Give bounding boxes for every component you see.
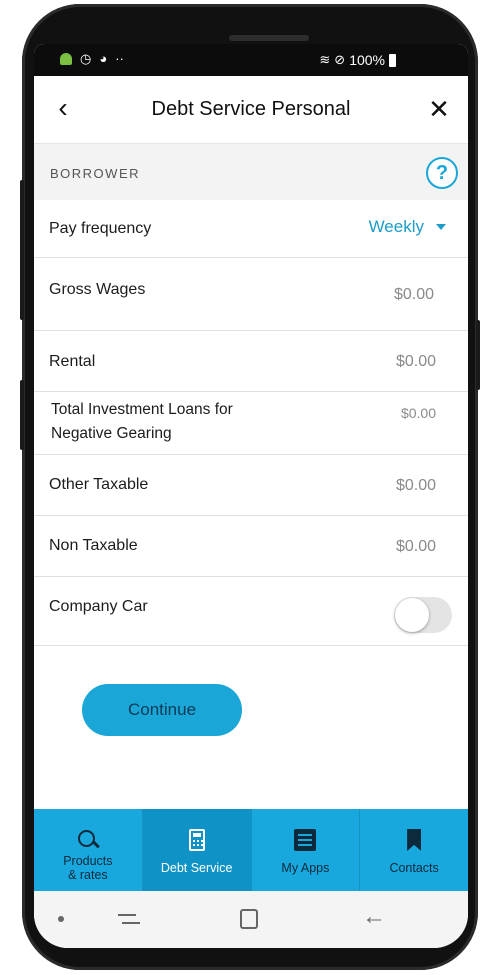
home-icon[interactable] (240, 909, 258, 929)
recent-apps-icon[interactable] (118, 911, 140, 927)
navigation-bar: ‹ Debt Service Personal ✕ (34, 76, 468, 144)
close-button[interactable]: ✕ (424, 94, 454, 124)
search-icon (77, 829, 99, 851)
tab-products-rates-label-line2: & rates (68, 868, 108, 882)
tab-my-apps[interactable]: My Apps (252, 809, 361, 891)
tab-products-rates-label: Products & rates (34, 854, 142, 882)
clock-icon: ◷ (80, 51, 92, 66)
other-taxable-row: Other Taxable $0.00 (34, 455, 468, 516)
gross-wages-row: Gross Wages $0.00 (34, 258, 468, 331)
pay-frequency-row: Pay frequency Weekly (34, 200, 468, 258)
pay-frequency-value: Weekly (368, 217, 424, 236)
toggle-knob (395, 598, 429, 632)
system-back-icon[interactable]: ← (362, 905, 386, 929)
other-taxable-label: Other Taxable (49, 476, 149, 493)
tab-my-apps-label: My Apps (281, 861, 330, 875)
continue-button[interactable]: Continue (82, 684, 242, 736)
total-investment-label-line1: Total Investment Loans for (51, 401, 233, 418)
rental-input[interactable]: $0.00 (396, 353, 436, 371)
section-header-borrower: BORROWER ? (34, 144, 468, 200)
company-car-label: Company Car (49, 598, 148, 615)
gross-wages-label: Gross Wages (49, 281, 146, 298)
power-button (476, 320, 480, 390)
battery-level: 100% (349, 52, 385, 68)
help-button[interactable]: ? (426, 157, 458, 189)
sync-icon: ◕ (99, 51, 108, 66)
other-taxable-input[interactable]: $0.00 (396, 477, 436, 495)
status-bar: ◷ ◕ ·· ≋ ⊘ 100% (34, 44, 468, 76)
total-investment-label-line2: Negative Gearing (51, 425, 172, 442)
total-investment-input[interactable]: $0.00 (401, 405, 436, 421)
volume-button (20, 180, 24, 320)
total-investment-row: Total Investment Loans for Negative Gear… (34, 392, 468, 455)
assistant-dot-icon[interactable] (58, 916, 64, 922)
section-label: BORROWER (50, 166, 140, 181)
page-title: Debt Service Personal (151, 98, 351, 120)
company-car-row: Company Car (34, 577, 468, 646)
pay-frequency-dropdown[interactable]: Weekly (369, 217, 446, 237)
back-button[interactable]: ‹ (48, 94, 78, 124)
speaker-grille (229, 35, 309, 41)
more-icon: ·· (115, 51, 124, 66)
wifi-icon: ≋ (319, 52, 331, 67)
non-taxable-row: Non Taxable $0.00 (34, 516, 468, 577)
calculator-icon (188, 829, 205, 851)
status-left-icons: ◷ ◕ ·· (60, 52, 124, 66)
bixby-button (20, 380, 24, 450)
gross-wages-input[interactable]: $0.00 (394, 286, 434, 304)
pay-frequency-label: Pay frequency (49, 220, 152, 237)
tab-contacts-label: Contacts (389, 861, 439, 875)
app-screen: ◷ ◕ ·· ≋ ⊘ 100% ‹ Debt Service Personal … (34, 44, 468, 948)
bookmark-icon (407, 829, 422, 851)
rental-row: Rental $0.00 (34, 331, 468, 392)
do-not-disturb-icon: ⊘ (334, 52, 346, 67)
rental-label: Rental (49, 353, 96, 370)
total-investment-label: Total Investment Loans for Negative Gear… (51, 398, 233, 446)
tab-debt-service-label: Debt Service (160, 861, 233, 875)
company-car-toggle[interactable] (394, 597, 452, 633)
tab-products-rates-label-line1: Products (63, 854, 113, 868)
list-icon (294, 829, 317, 851)
tab-products-rates[interactable]: Products & rates (34, 809, 143, 891)
non-taxable-label: Non Taxable (49, 537, 138, 554)
tab-debt-service[interactable]: Debt Service (142, 809, 252, 891)
battery-icon (389, 53, 396, 67)
android-icon (60, 53, 72, 65)
non-taxable-input[interactable]: $0.00 (396, 538, 436, 556)
bottom-tab-bar: Products & rates Debt Service My Apps Co… (34, 809, 468, 891)
status-right-icons: ≋ ⊘ 100% (319, 52, 396, 68)
system-navigation-bar: ← (34, 891, 468, 948)
tab-contacts[interactable]: Contacts (360, 809, 468, 891)
caret-down-icon (436, 224, 446, 230)
